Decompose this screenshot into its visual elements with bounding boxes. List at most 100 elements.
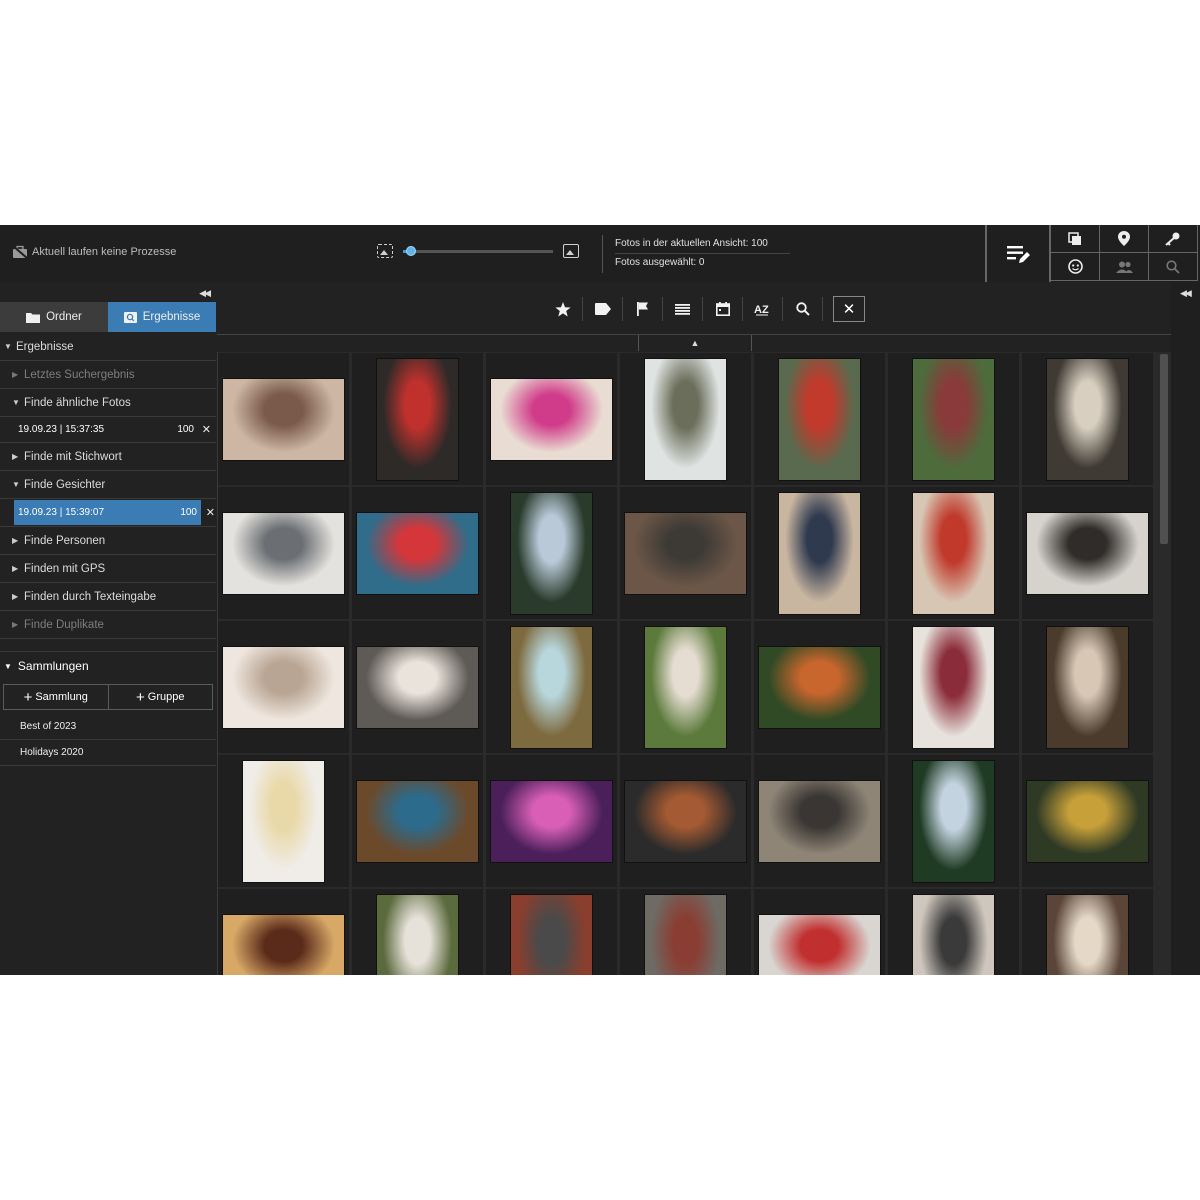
scrollbar-thumb[interactable]: [1160, 354, 1168, 544]
photo-cell[interactable]: [888, 487, 1019, 619]
list-icon[interactable]: [663, 297, 703, 321]
photo-cell[interactable]: [352, 755, 483, 887]
photo-cell[interactable]: [620, 889, 751, 975]
filter-toolbar: AZ ✕: [217, 282, 1171, 334]
expanded-arrow-icon: ▼: [4, 342, 12, 351]
edit-icon: [1007, 245, 1030, 263]
photo-cell[interactable]: [486, 621, 617, 753]
calendar-icon[interactable]: [703, 297, 743, 321]
collections-heading: Sammlungen: [17, 659, 89, 673]
collapsed-arrow-icon: ▶: [12, 452, 19, 461]
collapse-left-panel-icon[interactable]: ◀◀: [199, 288, 211, 299]
star-icon[interactable]: [543, 297, 583, 321]
photo-thumbnail: [357, 512, 478, 594]
photo-cell[interactable]: [888, 889, 1019, 975]
photo-cell[interactable]: [218, 621, 349, 753]
folder-icon: [26, 312, 41, 323]
photo-cell[interactable]: [352, 621, 483, 753]
clear-filter-button[interactable]: ✕: [833, 296, 865, 322]
expand-filter-button[interactable]: ▲: [638, 335, 752, 351]
photo-cell[interactable]: [1022, 353, 1153, 485]
tree-finde-mit-stichwort[interactable]: ▶ Finde mit Stichwort: [0, 443, 216, 471]
tab-ordner[interactable]: Ordner: [0, 302, 108, 332]
photo-cell[interactable]: [486, 889, 617, 975]
photo-cell[interactable]: [754, 621, 885, 753]
edit-metadata-button[interactable]: [985, 225, 1051, 282]
add-group-button[interactable]: + Gruppe: [109, 685, 213, 709]
search-result-entry[interactable]: 19.09.23 | 15:37:35 100 ✕: [0, 417, 216, 443]
left-tabs: Ordner Ergebnisse: [0, 302, 216, 332]
collapsed-arrow-icon: ▶: [12, 564, 19, 573]
photo-cell[interactable]: [620, 487, 751, 619]
photo-thumbnail: [377, 894, 458, 975]
photo-cell[interactable]: [620, 353, 751, 485]
photo-cell[interactable]: [218, 487, 349, 619]
map-pin-icon[interactable]: [1100, 225, 1149, 253]
photo-cell[interactable]: [888, 755, 1019, 887]
top-bar: Aktuell laufen keine Prozesse Fotos in d…: [0, 225, 1200, 283]
small-thumbnail-icon[interactable]: [377, 244, 393, 258]
collections-header[interactable]: ▼ Sammlungen: [0, 651, 216, 678]
remove-result-icon[interactable]: ✕: [206, 506, 215, 519]
photo-cell[interactable]: [888, 353, 1019, 485]
thumbnail-size-slider[interactable]: [403, 245, 553, 256]
photo-thumbnail: [913, 760, 994, 882]
photo-cell[interactable]: [1022, 755, 1153, 887]
tree-duplikate-label: Finde Duplikate: [24, 618, 104, 631]
photo-cell[interactable]: [754, 889, 885, 975]
filter-icons: AZ ✕: [543, 296, 865, 322]
expanded-arrow-icon: ▼: [12, 480, 20, 489]
photo-cell[interactable]: [486, 487, 617, 619]
photo-cell[interactable]: [486, 755, 617, 887]
photo-thumbnail: [645, 894, 726, 975]
tree-finden-mit-gps[interactable]: ▶ Finden mit GPS: [0, 555, 216, 583]
remove-result-icon[interactable]: ✕: [202, 423, 211, 436]
grid-scrollbar[interactable]: [1157, 352, 1171, 975]
tree-finde-aehnliche-fotos[interactable]: ▼ Finde ähnliche Fotos: [0, 389, 216, 417]
sort-az-icon[interactable]: AZ: [743, 297, 783, 321]
photo-cell[interactable]: [1022, 487, 1153, 619]
photo-cell[interactable]: [218, 755, 349, 887]
photo-cell[interactable]: [754, 755, 885, 887]
search-icon[interactable]: [1149, 253, 1198, 281]
photo-cell[interactable]: [754, 487, 885, 619]
photo-cell[interactable]: [620, 755, 751, 887]
tree-ergebnisse[interactable]: ▼ Ergebnisse: [0, 333, 216, 361]
photo-cell[interactable]: [486, 353, 617, 485]
plus-icon: +: [136, 688, 145, 706]
photo-cell[interactable]: [352, 353, 483, 485]
large-thumbnail-icon[interactable]: [563, 244, 579, 258]
collection-item[interactable]: Holidays 2020: [0, 740, 216, 766]
tree-finden-durch-texteingabe[interactable]: ▶ Finden durch Texteingabe: [0, 583, 216, 611]
add-collection-button[interactable]: + Sammlung: [4, 685, 109, 709]
photo-thumbnail: [1047, 894, 1128, 975]
photo-thumbnail: [511, 894, 592, 975]
magnifier-icon[interactable]: [783, 297, 823, 321]
photo-thumbnail: [645, 626, 726, 748]
photo-cell[interactable]: [620, 621, 751, 753]
people-icon[interactable]: [1100, 253, 1149, 281]
search-result-entry-selected[interactable]: 19.09.23 | 15:39:07 100 ✕: [14, 500, 215, 525]
collection-item[interactable]: Best of 2023: [0, 714, 216, 740]
photo-cell[interactable]: [754, 353, 885, 485]
expand-right-panel-icon[interactable]: ◀◀: [1180, 288, 1192, 299]
photo-cell[interactable]: [888, 621, 1019, 753]
photo-cell[interactable]: [352, 889, 483, 975]
photo-cell[interactable]: [1022, 889, 1153, 975]
flag-icon[interactable]: [623, 297, 663, 321]
face-icon[interactable]: [1051, 253, 1100, 281]
photo-cell[interactable]: [352, 487, 483, 619]
duplicate-icon[interactable]: [1051, 225, 1100, 253]
photo-cell[interactable]: [218, 889, 349, 975]
slider-handle[interactable]: [405, 245, 416, 256]
tag-icon[interactable]: [583, 297, 623, 321]
photo-cell[interactable]: [1022, 621, 1153, 753]
tree-finde-gesichter[interactable]: ▼ Finde Gesichter: [0, 471, 216, 499]
search-result-count: 100: [177, 424, 194, 435]
tab-ergebnisse[interactable]: Ergebnisse: [108, 302, 216, 332]
tree-finde-personen[interactable]: ▶ Finde Personen: [0, 527, 216, 555]
tree-gesichter-label: Finde Gesichter: [24, 478, 106, 491]
collapsed-arrow-icon: ▶: [12, 592, 19, 601]
photo-cell[interactable]: [218, 353, 349, 485]
key-icon[interactable]: [1149, 225, 1198, 253]
